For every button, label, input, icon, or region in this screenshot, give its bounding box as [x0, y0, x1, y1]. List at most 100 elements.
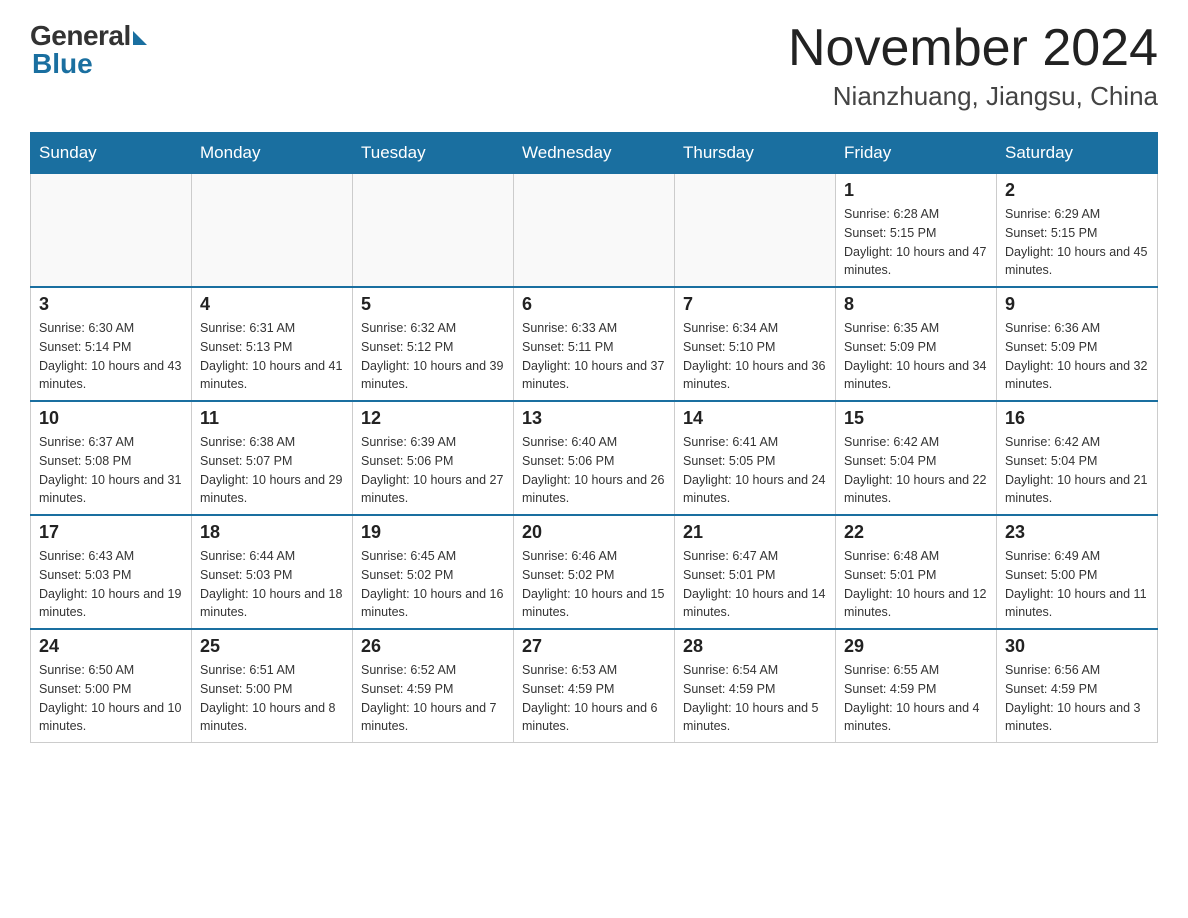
day-info: Sunrise: 6:42 AMSunset: 5:04 PMDaylight:… — [1005, 433, 1149, 508]
calendar-cell: 14Sunrise: 6:41 AMSunset: 5:05 PMDayligh… — [675, 401, 836, 515]
day-info: Sunrise: 6:30 AMSunset: 5:14 PMDaylight:… — [39, 319, 183, 394]
calendar-cell: 17 Sunrise: 6:43 AMSunset: 5:03 PMDayligh… — [31, 515, 192, 629]
day-info: Sunrise: 6:37 AMSunset: 5:08 PMDaylight:… — [39, 433, 183, 508]
calendar-cell: 9Sunrise: 6:36 AMSunset: 5:09 PMDaylight… — [997, 287, 1158, 401]
day-number: 29 — [844, 636, 988, 657]
day-info: Sunrise: 6:46 AMSunset: 5:02 PMDaylight:… — [522, 547, 666, 622]
calendar-cell: 8 Sunrise: 6:35 AMSunset: 5:09 PMDaylight… — [836, 287, 997, 401]
day-number: 9 — [1005, 294, 1149, 315]
title-block: November 2024 Nianzhuang, Jiangsu, China — [788, 20, 1158, 112]
calendar-cell: 25 Sunrise: 6:51 AMSunset: 5:00 PMDayligh… — [192, 629, 353, 743]
day-info: Sunrise: 6:34 AMSunset: 5:10 PMDaylight:… — [683, 319, 827, 394]
day-number: 15 — [844, 408, 988, 429]
day-number: 4 — [200, 294, 344, 315]
day-number: 23 — [1005, 522, 1149, 543]
calendar-cell: 30 Sunrise: 6:56 AMSunset: 4:59 PMDayligh… — [997, 629, 1158, 743]
day-info: Sunrise: 6:33 AMSunset: 5:11 PMDaylight:… — [522, 319, 666, 394]
calendar-cell — [31, 174, 192, 288]
day-number: 2 — [1005, 180, 1149, 201]
day-number: 3 — [39, 294, 183, 315]
calendar-cell: 6 Sunrise: 6:33 AMSunset: 5:11 PMDaylight… — [514, 287, 675, 401]
weekday-header-monday: Monday — [192, 133, 353, 174]
calendar-cell — [514, 174, 675, 288]
weekday-header-tuesday: Tuesday — [353, 133, 514, 174]
calendar-cell — [192, 174, 353, 288]
day-info: Sunrise: 6:49 AMSunset: 5:00 PMDaylight:… — [1005, 547, 1149, 622]
day-info: Sunrise: 6:50 AMSunset: 5:00 PMDaylight:… — [39, 661, 183, 736]
calendar-cell: 16 Sunrise: 6:42 AMSunset: 5:04 PMDayligh… — [997, 401, 1158, 515]
weekday-header-sunday: Sunday — [31, 133, 192, 174]
day-info: Sunrise: 6:28 AMSunset: 5:15 PMDaylight:… — [844, 205, 988, 280]
logo: General Blue — [30, 20, 147, 80]
day-number: 14 — [683, 408, 827, 429]
calendar-cell: 28Sunrise: 6:54 AMSunset: 4:59 PMDayligh… — [675, 629, 836, 743]
calendar-cell: 22 Sunrise: 6:48 AMSunset: 5:01 PMDayligh… — [836, 515, 997, 629]
day-number: 22 — [844, 522, 988, 543]
day-number: 12 — [361, 408, 505, 429]
day-info: Sunrise: 6:35 AMSunset: 5:09 PMDaylight:… — [844, 319, 988, 394]
weekday-header-row: SundayMondayTuesdayWednesdayThursdayFrid… — [31, 133, 1158, 174]
calendar-cell: 18 Sunrise: 6:44 AMSunset: 5:03 PMDayligh… — [192, 515, 353, 629]
day-number: 30 — [1005, 636, 1149, 657]
calendar-cell: 3 Sunrise: 6:30 AMSunset: 5:14 PMDaylight… — [31, 287, 192, 401]
day-info: Sunrise: 6:48 AMSunset: 5:01 PMDaylight:… — [844, 547, 988, 622]
week-row-1: 3 Sunrise: 6:30 AMSunset: 5:14 PMDaylight… — [31, 287, 1158, 401]
day-number: 24 — [39, 636, 183, 657]
day-info: Sunrise: 6:56 AMSunset: 4:59 PMDaylight:… — [1005, 661, 1149, 736]
logo-blue-text: Blue — [32, 48, 93, 80]
weekday-header-thursday: Thursday — [675, 133, 836, 174]
day-number: 6 — [522, 294, 666, 315]
day-number: 20 — [522, 522, 666, 543]
calendar-cell: 29 Sunrise: 6:55 AMSunset: 4:59 PMDayligh… — [836, 629, 997, 743]
day-number: 19 — [361, 522, 505, 543]
day-info: Sunrise: 6:45 AMSunset: 5:02 PMDaylight:… — [361, 547, 505, 622]
day-number: 21 — [683, 522, 827, 543]
location-title: Nianzhuang, Jiangsu, China — [788, 81, 1158, 112]
calendar-cell: 13 Sunrise: 6:40 AMSunset: 5:06 PMDayligh… — [514, 401, 675, 515]
day-info: Sunrise: 6:40 AMSunset: 5:06 PMDaylight:… — [522, 433, 666, 508]
day-number: 18 — [200, 522, 344, 543]
page-header: General Blue November 2024 Nianzhuang, J… — [30, 20, 1158, 112]
day-number: 13 — [522, 408, 666, 429]
calendar-cell — [675, 174, 836, 288]
calendar-cell: 7 Sunrise: 6:34 AMSunset: 5:10 PMDaylight… — [675, 287, 836, 401]
day-info: Sunrise: 6:55 AMSunset: 4:59 PMDaylight:… — [844, 661, 988, 736]
day-number: 5 — [361, 294, 505, 315]
week-row-0: 1 Sunrise: 6:28 AMSunset: 5:15 PMDaylight… — [31, 174, 1158, 288]
calendar-cell: 1 Sunrise: 6:28 AMSunset: 5:15 PMDaylight… — [836, 174, 997, 288]
day-info: Sunrise: 6:53 AMSunset: 4:59 PMDaylight:… — [522, 661, 666, 736]
calendar-cell: 21 Sunrise: 6:47 AMSunset: 5:01 PMDayligh… — [675, 515, 836, 629]
calendar-cell: 23 Sunrise: 6:49 AMSunset: 5:00 PMDayligh… — [997, 515, 1158, 629]
day-info: Sunrise: 6:31 AMSunset: 5:13 PMDaylight:… — [200, 319, 344, 394]
day-number: 17 — [39, 522, 183, 543]
week-row-3: 17 Sunrise: 6:43 AMSunset: 5:03 PMDayligh… — [31, 515, 1158, 629]
day-info: Sunrise: 6:43 AMSunset: 5:03 PMDaylight:… — [39, 547, 183, 622]
calendar-cell: 12 Sunrise: 6:39 AMSunset: 5:06 PMDayligh… — [353, 401, 514, 515]
day-number: 1 — [844, 180, 988, 201]
day-info: Sunrise: 6:42 AMSunset: 5:04 PMDaylight:… — [844, 433, 988, 508]
calendar-cell: 5Sunrise: 6:32 AMSunset: 5:12 PMDaylight… — [353, 287, 514, 401]
day-info: Sunrise: 6:39 AMSunset: 5:06 PMDaylight:… — [361, 433, 505, 508]
weekday-header-friday: Friday — [836, 133, 997, 174]
day-info: Sunrise: 6:29 AMSunset: 5:15 PMDaylight:… — [1005, 205, 1149, 280]
day-number: 8 — [844, 294, 988, 315]
calendar-cell: 20 Sunrise: 6:46 AMSunset: 5:02 PMDayligh… — [514, 515, 675, 629]
calendar-cell: 27 Sunrise: 6:53 AMSunset: 4:59 PMDayligh… — [514, 629, 675, 743]
weekday-header-wednesday: Wednesday — [514, 133, 675, 174]
day-number: 26 — [361, 636, 505, 657]
calendar-cell — [353, 174, 514, 288]
weekday-header-saturday: Saturday — [997, 133, 1158, 174]
day-number: 16 — [1005, 408, 1149, 429]
month-title: November 2024 — [788, 20, 1158, 77]
day-info: Sunrise: 6:44 AMSunset: 5:03 PMDaylight:… — [200, 547, 344, 622]
day-info: Sunrise: 6:38 AMSunset: 5:07 PMDaylight:… — [200, 433, 344, 508]
calendar-cell: 19 Sunrise: 6:45 AMSunset: 5:02 PMDayligh… — [353, 515, 514, 629]
calendar-cell: 24 Sunrise: 6:50 AMSunset: 5:00 PMDayligh… — [31, 629, 192, 743]
calendar-cell: 26Sunrise: 6:52 AMSunset: 4:59 PMDayligh… — [353, 629, 514, 743]
day-number: 27 — [522, 636, 666, 657]
day-number: 7 — [683, 294, 827, 315]
day-number: 25 — [200, 636, 344, 657]
calendar-cell: 15 Sunrise: 6:42 AMSunset: 5:04 PMDayligh… — [836, 401, 997, 515]
day-info: Sunrise: 6:51 AMSunset: 5:00 PMDaylight:… — [200, 661, 344, 736]
day-info: Sunrise: 6:47 AMSunset: 5:01 PMDaylight:… — [683, 547, 827, 622]
